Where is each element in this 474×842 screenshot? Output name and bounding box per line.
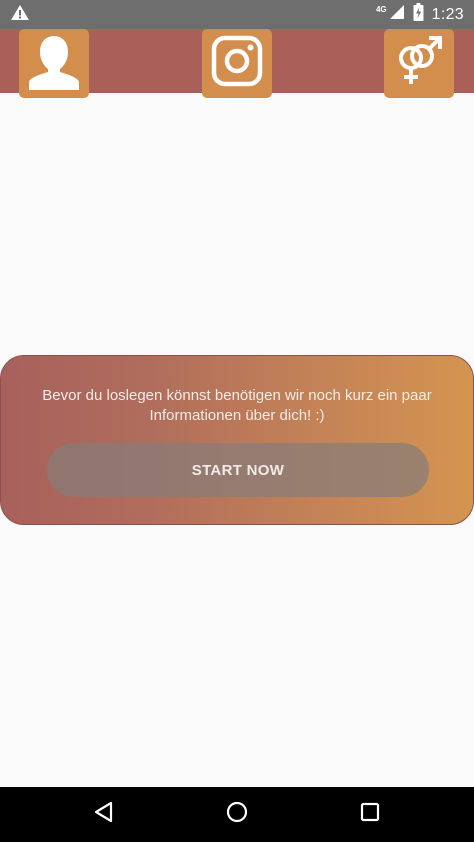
top-toolbar bbox=[0, 29, 474, 98]
profile-icon bbox=[26, 32, 82, 95]
back-button[interactable] bbox=[74, 787, 134, 842]
profile-tile[interactable] bbox=[19, 29, 89, 98]
home-button[interactable] bbox=[207, 787, 267, 842]
signal-icon bbox=[389, 4, 405, 25]
gender-icon bbox=[392, 34, 446, 93]
warning-icon bbox=[10, 4, 30, 26]
onboarding-message: Bevor du loslegen könnst benötigen wir n… bbox=[42, 387, 432, 424]
instagram-tile[interactable] bbox=[202, 29, 272, 98]
status-left bbox=[10, 4, 30, 26]
start-now-button[interactable]: START NOW bbox=[47, 443, 429, 497]
home-icon bbox=[225, 800, 249, 829]
onboarding-card: Bevor du loslegen könnst benötigen wir n… bbox=[0, 355, 474, 525]
navigation-bar bbox=[0, 787, 474, 842]
back-icon bbox=[93, 801, 115, 828]
instagram-icon bbox=[211, 35, 263, 92]
status-right: 4G 1:23 bbox=[376, 3, 464, 26]
status-time: 1:23 bbox=[431, 5, 464, 23]
status-bar: 4G 1:23 bbox=[0, 0, 474, 29]
recents-icon bbox=[359, 801, 381, 828]
battery-icon bbox=[413, 3, 424, 26]
recents-button[interactable] bbox=[340, 787, 400, 842]
gender-tile[interactable] bbox=[384, 29, 454, 98]
network-label: 4G bbox=[375, 5, 387, 14]
